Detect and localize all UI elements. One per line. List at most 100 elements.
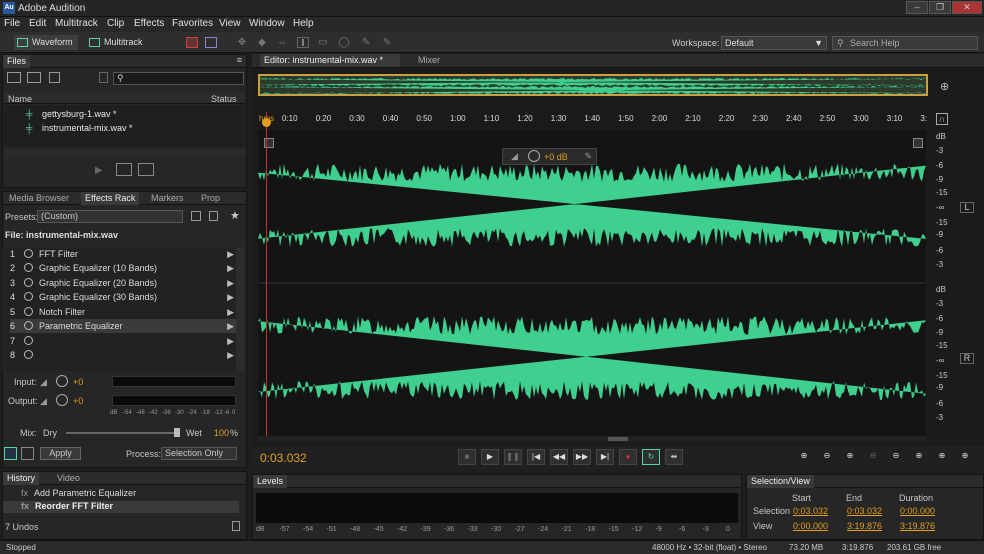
search-help-field[interactable]: ⚲ Search Help (832, 36, 978, 50)
chevron-right-icon[interactable]: ▶ (227, 334, 234, 348)
chevron-right-icon[interactable]: ▶ (227, 261, 234, 275)
razor-tool-icon[interactable]: ◆ (256, 37, 268, 48)
save-preset-icon[interactable] (191, 211, 201, 221)
mix-slider[interactable] (66, 432, 180, 434)
menu-help[interactable]: Help (293, 18, 314, 29)
zoom-navigator-icon[interactable]: ⊕ (940, 80, 949, 93)
maximize-button[interactable]: ❐ (929, 1, 951, 14)
spectral-frequency-icon[interactable] (186, 37, 198, 48)
files-horizontal-scrollbar[interactable] (4, 149, 245, 157)
volume-hud[interactable]: ◢ +0 dB ✎ (502, 148, 597, 165)
tab-editor[interactable]: Editor: instrumental-mix.wav * (260, 54, 400, 67)
zoom-out-full-icon[interactable]: ⊖ (887, 449, 905, 465)
zoom-selection-icon[interactable]: ⊕ (933, 449, 951, 465)
chevron-right-icon[interactable]: ▶ (227, 247, 234, 261)
waveform-view-button[interactable]: Waveform (14, 35, 78, 50)
delete-history-icon[interactable] (232, 521, 240, 531)
power-icon[interactable] (24, 278, 33, 287)
playhead-handle[interactable] (262, 118, 271, 127)
insert-into-multitrack-icon[interactable] (49, 72, 60, 83)
output-gain-value[interactable]: +0 (73, 396, 83, 406)
waveform-display[interactable] (258, 130, 926, 436)
history-item[interactable]: fx Add Parametric Equalizer (21, 488, 136, 498)
brush-tool-icon[interactable]: ✎ (360, 37, 372, 48)
view-start[interactable]: 0:00.000 (793, 521, 828, 531)
rack-slot-6[interactable]: 6 Parametric Equalizer ▶ (10, 319, 236, 333)
volume-knob[interactable] (528, 150, 540, 162)
stop-button[interactable]: ■ (458, 449, 476, 465)
history-item-selected[interactable]: fx Reorder FFT Filter (3, 501, 239, 513)
rack-list-icon[interactable] (21, 447, 34, 460)
tab-history[interactable]: History (3, 472, 40, 485)
move-tool-icon[interactable]: ✥ (236, 37, 248, 48)
delete-preset-icon[interactable] (209, 211, 218, 221)
menu-view[interactable]: View (219, 18, 241, 29)
panel-menu-icon[interactable]: ≡ (237, 55, 242, 65)
tab-media-browser[interactable]: Media Browser (5, 192, 73, 205)
selection-end[interactable]: 0:03.032 (847, 506, 882, 516)
power-icon[interactable] (24, 249, 33, 258)
view-duration[interactable]: 3:19.876 (900, 521, 935, 531)
chevron-right-icon[interactable]: ▶ (227, 276, 234, 290)
tab-mixer[interactable]: Mixer (414, 54, 444, 67)
zoom-out-time-icon[interactable]: ⊖ (864, 449, 882, 465)
output-gain-knob[interactable] (56, 394, 68, 406)
overview-waveform[interactable] (258, 74, 928, 96)
close-button[interactable]: ✕ (952, 1, 982, 14)
slip-tool-icon[interactable]: ⇔ (276, 37, 288, 48)
rack-slot-7[interactable]: 7 ▶ (10, 334, 236, 348)
go-to-start-button[interactable]: |◀ (527, 449, 545, 465)
zoom-in-amplitude-icon[interactable]: ⊕ (795, 449, 813, 465)
power-icon[interactable] (24, 263, 33, 272)
zoom-in-time-icon[interactable]: ⊕ (841, 449, 859, 465)
rack-scrollbar[interactable] (236, 247, 244, 371)
tab-selection-view[interactable]: Selection/View (747, 475, 814, 488)
power-icon[interactable] (24, 292, 33, 301)
delete-file-icon[interactable] (99, 72, 108, 83)
menu-multitrack[interactable]: Multitrack (55, 18, 98, 29)
snap-icon[interactable]: ∩ (936, 113, 948, 125)
tab-files[interactable]: Files (3, 55, 31, 68)
rack-slot-8[interactable]: 8 ▶ (10, 348, 236, 362)
loop-preview-icon[interactable] (116, 163, 132, 176)
rack-slot-4[interactable]: 4 Graphic Equalizer (30 Bands) ▶ (10, 290, 236, 304)
autoplay-icon[interactable] (138, 163, 154, 176)
playhead[interactable] (266, 112, 267, 436)
tab-properties[interactable]: Prop (197, 192, 224, 205)
tab-markers[interactable]: Markers (147, 192, 188, 205)
fast-forward-button[interactable]: ▶▶ (573, 449, 591, 465)
power-icon[interactable] (24, 321, 33, 330)
chevron-right-icon[interactable]: ▶ (227, 319, 234, 333)
rack-slot-3[interactable]: 3 Graphic Equalizer (20 Bands) ▶ (10, 276, 236, 290)
zoom-full-icon[interactable]: ⊕ (956, 449, 974, 465)
chevron-right-icon[interactable]: ▶ (227, 305, 234, 319)
marquee-tool-icon[interactable]: ▭ (317, 37, 329, 48)
files-search-input[interactable]: ⚲ (113, 72, 244, 85)
menu-clip[interactable]: Clip (107, 18, 124, 29)
play-preview-icon[interactable]: ▶ (95, 165, 103, 176)
fade-out-handle-icon[interactable] (913, 138, 923, 148)
column-status[interactable]: Status (211, 94, 237, 104)
power-icon[interactable] (24, 336, 33, 345)
go-to-end-button[interactable]: ▶| (596, 449, 614, 465)
right-channel-toggle[interactable]: R (960, 353, 974, 364)
pause-button[interactable]: ❚❚ (504, 449, 522, 465)
selection-duration[interactable]: 0:00.000 (900, 506, 935, 516)
minimize-button[interactable]: ‒ (906, 1, 928, 14)
time-selection-tool-icon[interactable]: I (297, 37, 309, 49)
open-file-icon[interactable] (7, 72, 21, 83)
menu-file[interactable]: File (4, 18, 20, 29)
chevron-right-icon[interactable]: ▶ (227, 348, 234, 362)
chevron-right-icon[interactable]: ▶ (227, 290, 234, 304)
editor-horizontal-scrollbar[interactable] (258, 436, 926, 442)
rewind-button[interactable]: ◀◀ (550, 449, 568, 465)
file-item[interactable]: ╪ instrumental-mix.wav * (26, 123, 133, 133)
workspace-dropdown[interactable]: Default ▼ (721, 36, 827, 50)
rack-slot-1[interactable]: 1 FFT Filter ▶ (10, 247, 236, 261)
presets-dropdown[interactable]: (Custom) (37, 210, 183, 223)
rack-slot-2[interactable]: 2 Graphic Equalizer (10 Bands) ▶ (10, 261, 236, 275)
loop-button[interactable]: ↻ (642, 449, 660, 465)
menu-effects[interactable]: Effects (134, 18, 164, 29)
input-gain-value[interactable]: +0 (73, 377, 83, 387)
input-gain-knob[interactable] (56, 375, 68, 387)
